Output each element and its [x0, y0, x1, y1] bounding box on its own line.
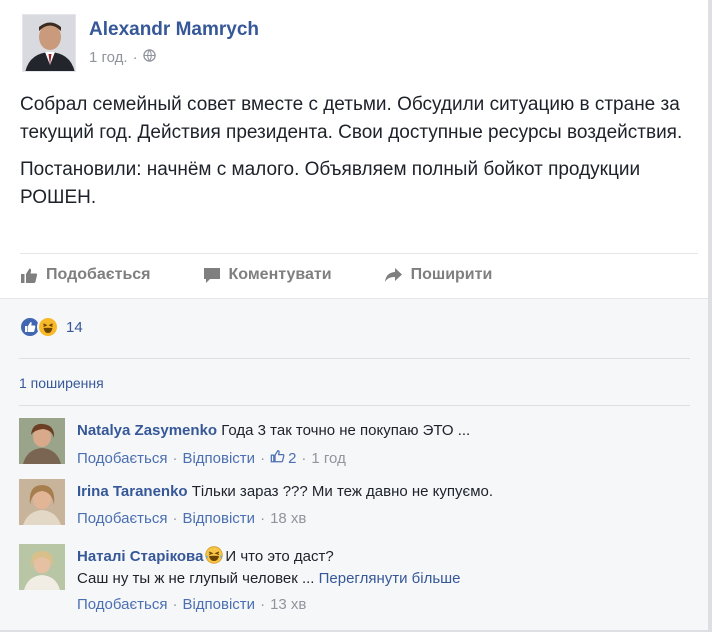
comment-text: Года 3 так точно не покупаю ЭТО ... [221, 422, 471, 439]
comment-like-link[interactable]: Подобається [77, 510, 167, 527]
comment-line: Наталі Старікова И что это даст? [77, 546, 697, 568]
commenter-name[interactable]: Irina Taranenko [77, 483, 188, 500]
comment-line: Irina Taranenko Тільки зараз ??? Ми теж … [77, 481, 697, 503]
thumbs-up-icon [20, 267, 38, 284]
comment-body: Irina Taranenko Тільки зараз ??? Ми теж … [77, 481, 697, 527]
meta-separator: · [260, 596, 266, 613]
meta-separator: · [260, 510, 266, 527]
post-text: Собрал семейный совет вместе с детьми. О… [20, 91, 710, 221]
meta-separator: · [301, 449, 307, 467]
comment-meta: Подобається · Відповісти · 13 хв [77, 596, 697, 613]
shares-link[interactable]: 1 поширення [19, 375, 104, 391]
reactions-summary[interactable]: 14 [19, 316, 83, 338]
comment-reply-link[interactable]: Відповісти [182, 510, 255, 527]
commenter-avatar[interactable] [19, 544, 65, 590]
speech-bubble-icon [203, 267, 221, 284]
comment-like-link[interactable]: Подобається [77, 450, 167, 467]
comment-reply-link[interactable]: Відповісти [182, 450, 255, 467]
post-paragraph: Постановили: начнём с малого. Объявляем … [20, 159, 641, 208]
comment-reply-link[interactable]: Відповісти [182, 596, 255, 613]
divider [19, 358, 690, 359]
commenter-avatar[interactable] [19, 418, 65, 464]
comment-button[interactable]: Коментувати [203, 266, 332, 284]
comment-line: Саш ну ты ж не глупый человек ... Перегл… [77, 568, 697, 590]
feedback-section: 14 1 поширення Natalya Zasymenko Года 3 … [0, 298, 708, 632]
comment-like-link[interactable]: Подобається [77, 596, 167, 613]
post-timestamp[interactable]: 1 год. [89, 49, 128, 66]
meta-separator: · [172, 596, 178, 613]
commenter-avatar[interactable] [19, 479, 65, 525]
commenter-name[interactable]: Наталі Старікова [77, 548, 203, 565]
see-more-link[interactable]: Переглянути більше [319, 570, 461, 587]
card-border [708, 0, 712, 632]
like-button[interactable]: Подобається [20, 266, 151, 284]
comment-text: И что это даст? [225, 548, 334, 565]
comment-meta: Подобається · Відповісти · 18 хв [77, 510, 697, 527]
thumbs-up-icon [270, 449, 285, 467]
comment-timestamp[interactable]: 18 хв [270, 510, 306, 527]
comment-likes-count: 2 [288, 449, 297, 467]
globe-icon [142, 49, 156, 66]
share-button[interactable]: Поширити [384, 266, 493, 284]
comment-text: Саш ну ты ж не глупый человек ... [77, 570, 315, 587]
comment-body: Наталі Старікова И что это даст? Саш ну т… [77, 546, 697, 613]
post-paragraph: Собрал семейный совет вместе с детьми. О… [20, 94, 683, 143]
comment-text: Тільки зараз ??? Ми теж давно не купуємо… [191, 483, 494, 500]
divider [19, 405, 690, 406]
post-card: Alexandr Mamrych 1 год. · Собрал семейны… [0, 0, 712, 298]
like-button-label: Подобається [46, 266, 151, 283]
haha-reaction-icon [37, 316, 59, 338]
comment-timestamp[interactable]: 13 хв [270, 596, 306, 613]
comment-meta: Подобається · Відповісти · 2 · 1 год [77, 449, 697, 467]
share-arrow-icon [384, 267, 403, 283]
post-author-name[interactable]: Alexandr Mamrych [89, 19, 259, 41]
share-button-label: Поширити [410, 266, 493, 283]
comment-line: Natalya Zasymenko Года 3 так точно не по… [77, 420, 697, 442]
meta-separator: · [172, 449, 178, 467]
meta-separator: · [260, 449, 266, 467]
post-actions: Подобається Коментувати Поширити [20, 266, 492, 284]
meta-separator: · [172, 510, 178, 527]
reaction-count: 14 [66, 318, 83, 336]
commenter-name[interactable]: Natalya Zasymenko [77, 422, 217, 439]
author-avatar[interactable] [22, 14, 76, 72]
divider [20, 253, 698, 254]
laughing-emoji-icon [205, 546, 224, 564]
comment-button-label: Коментувати [228, 266, 332, 283]
post-meta: 1 год. · [89, 49, 156, 66]
comment-timestamp[interactable]: 1 год [311, 450, 345, 467]
comment-body: Natalya Zasymenko Года 3 так точно не по… [77, 420, 697, 467]
comment-likes-badge[interactable]: 2 [270, 449, 296, 467]
meta-separator: · [132, 49, 138, 66]
